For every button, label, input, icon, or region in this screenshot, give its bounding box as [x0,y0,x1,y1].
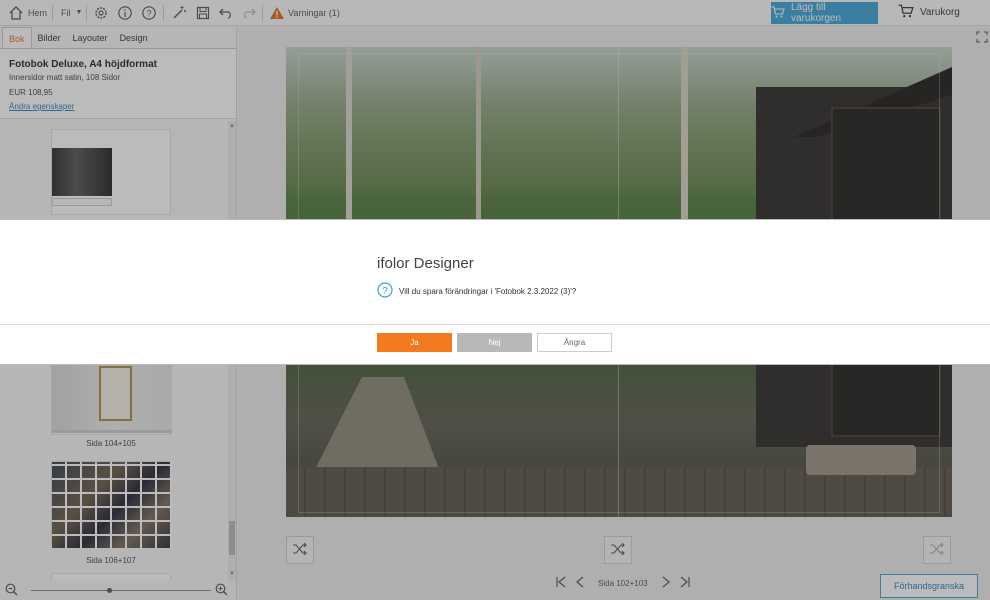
dialog-title: ifolor Designer [377,255,474,272]
no-button[interactable]: Nej [457,333,532,352]
save-dialog: ifolor Designer ? Vill du spara förändri… [0,219,990,365]
cancel-button[interactable]: Ångra [537,333,612,352]
question-icon: ? [377,282,393,300]
yes-button[interactable]: Ja [377,333,452,352]
dialog-divider [0,324,990,325]
dialog-message: Vill du spara förändringar i 'Fotobok 2.… [399,287,576,296]
svg-text:?: ? [382,286,388,297]
dialog-message-row: ? Vill du spara förändringar i 'Fotobok … [377,282,576,300]
